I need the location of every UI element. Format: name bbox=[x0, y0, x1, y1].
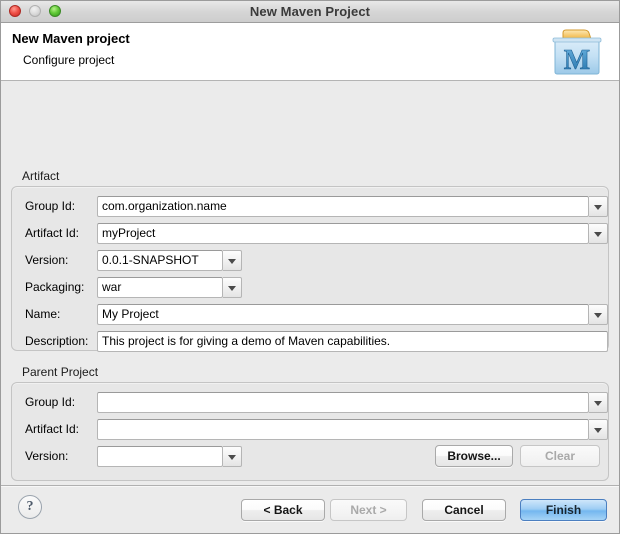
parent-artifact-id-input[interactable] bbox=[97, 419, 589, 440]
artifact-packaging-input[interactable]: war bbox=[97, 277, 223, 298]
artifact-group-title: Artifact bbox=[22, 169, 60, 183]
back-button[interactable]: < Back bbox=[241, 499, 325, 521]
parent-artifact-id-label: Artifact Id: bbox=[25, 422, 80, 436]
window-title: New Maven Project bbox=[249, 4, 371, 19]
artifact-description-row: Description: This project is for giving … bbox=[12, 331, 608, 352]
artifact-group-id-input[interactable]: com.organization.name bbox=[97, 196, 589, 217]
browse-button[interactable]: Browse... bbox=[435, 445, 513, 467]
parent-version-dropdown-icon[interactable] bbox=[223, 446, 242, 467]
parent-version-label: Version: bbox=[25, 449, 69, 463]
artifact-packaging-row: Packaging: war bbox=[12, 277, 608, 298]
maven-project-icon: M bbox=[552, 29, 602, 76]
parent-group-id-input[interactable] bbox=[97, 392, 589, 413]
artifact-name-input[interactable]: My Project bbox=[97, 304, 589, 325]
artifact-description-label: Description: bbox=[25, 334, 89, 348]
parent-project-group-box: Group Id: Artifact Id: Version: Browse..… bbox=[11, 382, 609, 481]
artifact-name-dropdown-icon[interactable] bbox=[589, 304, 608, 325]
cancel-button[interactable]: Cancel bbox=[422, 499, 506, 521]
artifact-version-input[interactable]: 0.0.1-SNAPSHOT bbox=[97, 250, 223, 271]
new-maven-project-window: New Maven Project New Maven project Conf… bbox=[0, 0, 620, 534]
parent-version-row: Version: Browse... Clear bbox=[12, 445, 608, 467]
help-button[interactable]: ? bbox=[18, 495, 42, 519]
wizard-footer: ? < Back Next > Cancel Finish bbox=[1, 485, 619, 533]
zoom-button[interactable] bbox=[49, 5, 61, 17]
parent-artifact-id-row: Artifact Id: bbox=[12, 419, 608, 440]
artifact-version-dropdown-icon[interactable] bbox=[223, 250, 242, 271]
artifact-artifact-id-dropdown-icon[interactable] bbox=[589, 223, 608, 244]
artifact-version-label: Version: bbox=[25, 253, 69, 267]
artifact-artifact-id-label: Artifact Id: bbox=[25, 226, 80, 240]
parent-project-group-title: Parent Project bbox=[22, 365, 99, 379]
clear-button[interactable]: Clear bbox=[520, 445, 600, 467]
artifact-artifact-id-input[interactable]: myProject bbox=[97, 223, 589, 244]
parent-version-input[interactable] bbox=[97, 446, 223, 467]
close-button[interactable] bbox=[9, 5, 21, 17]
artifact-name-row: Name: My Project bbox=[12, 304, 608, 325]
minimize-button[interactable] bbox=[29, 5, 41, 17]
artifact-group-id-label: Group Id: bbox=[25, 199, 76, 213]
wizard-subtitle: Configure project bbox=[23, 53, 115, 67]
parent-group-id-dropdown-icon[interactable] bbox=[589, 392, 608, 413]
artifact-description-input[interactable]: This project is for giving a demo of Mav… bbox=[97, 331, 608, 352]
parent-group-id-row: Group Id: bbox=[12, 392, 608, 413]
parent-artifact-id-dropdown-icon[interactable] bbox=[589, 419, 608, 440]
artifact-group-id-row: Group Id: com.organization.name bbox=[12, 196, 608, 217]
parent-group-id-label: Group Id: bbox=[25, 395, 76, 409]
artifact-packaging-label: Packaging: bbox=[25, 280, 85, 294]
svg-text:M: M bbox=[564, 45, 590, 76]
wizard-header: New Maven project Configure project M bbox=[1, 23, 619, 81]
artifact-packaging-dropdown-icon[interactable] bbox=[223, 277, 242, 298]
window-controls bbox=[9, 5, 61, 17]
wizard-title: New Maven project bbox=[12, 31, 130, 46]
artifact-group-id-dropdown-icon[interactable] bbox=[589, 196, 608, 217]
artifact-version-row: Version: 0.0.1-SNAPSHOT bbox=[12, 250, 608, 271]
artifact-name-label: Name: bbox=[25, 307, 61, 321]
finish-button[interactable]: Finish bbox=[520, 499, 607, 521]
artifact-group-box: Group Id: com.organization.name Artifact… bbox=[11, 186, 609, 352]
artifact-artifact-id-row: Artifact Id: myProject bbox=[12, 223, 608, 244]
next-button[interactable]: Next > bbox=[330, 499, 407, 521]
window-titlebar: New Maven Project bbox=[1, 1, 619, 23]
parent-project-group: Parent Project Group Id: Artifact Id: Ve… bbox=[11, 365, 609, 481]
wizard-content: Artifact Group Id: com.organization.name… bbox=[1, 81, 619, 507]
artifact-group: Artifact Group Id: com.organization.name… bbox=[11, 169, 609, 352]
